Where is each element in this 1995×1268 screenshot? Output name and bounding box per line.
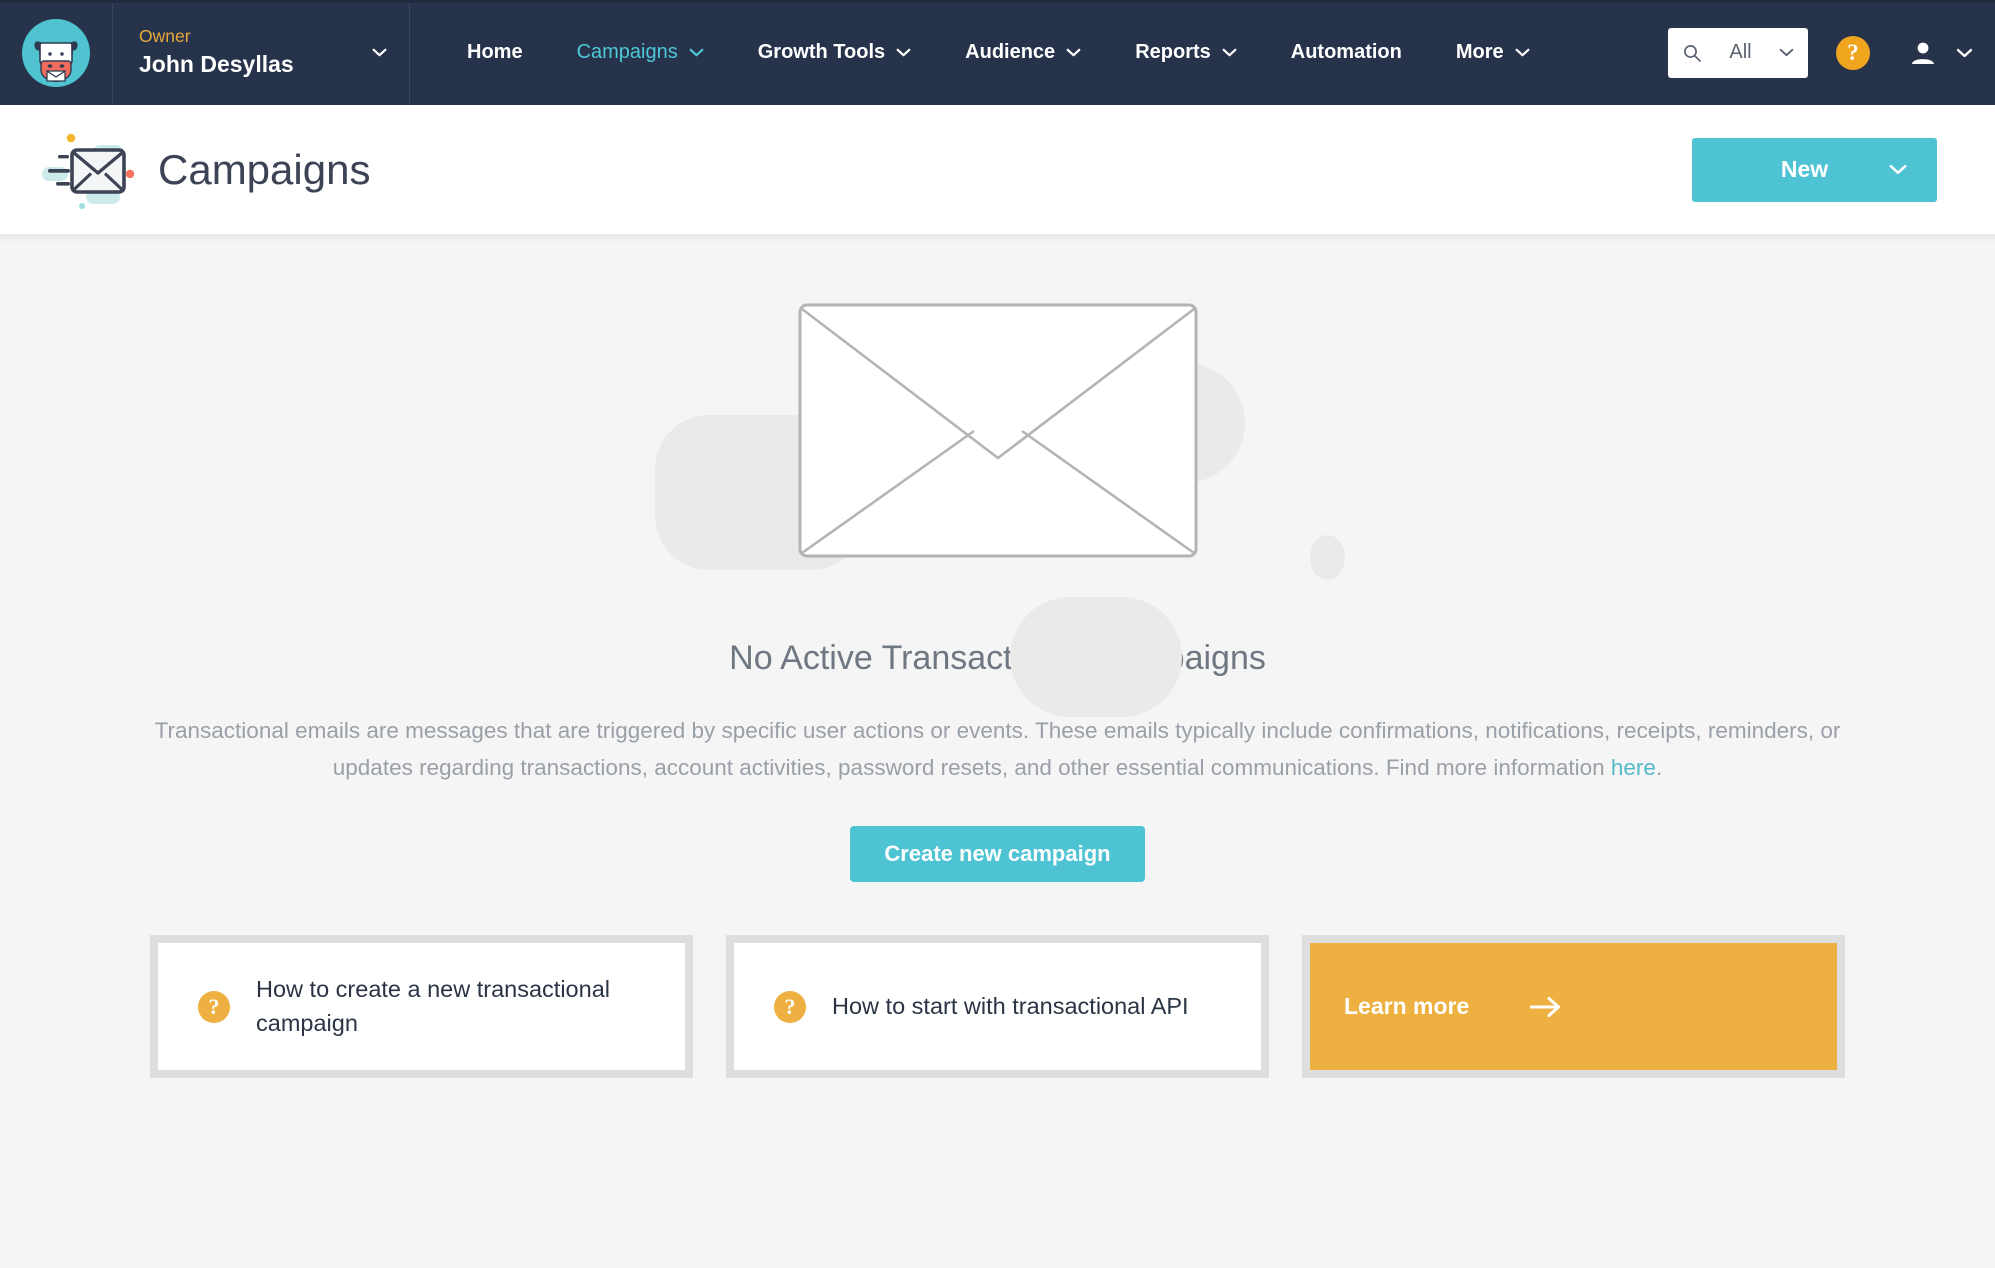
help-question-icon: ? (198, 990, 230, 1023)
avatar (22, 18, 90, 87)
help-card-label: How to create a new transactional campai… (256, 976, 610, 1036)
main-content: No Active Transactional Campaigns Transa… (0, 235, 1995, 1268)
chevron-down-icon (1515, 48, 1530, 57)
nav-item-label: Audience (965, 41, 1056, 63)
user-menu[interactable] (1908, 38, 1973, 68)
cow-envelope-avatar-icon (34, 40, 78, 82)
chevron-down-icon (372, 48, 387, 57)
nav-item-automation[interactable]: Automation (1264, 41, 1429, 64)
nav-item-campaigns[interactable]: Campaigns (550, 41, 731, 64)
nav-item-more[interactable]: More (1429, 41, 1557, 64)
nav-item-label: Home (467, 41, 523, 63)
empty-state-illustration (0, 235, 1995, 717)
nav-item-label: Reports (1135, 41, 1211, 63)
chevron-down-icon[interactable] (1779, 48, 1794, 57)
nav-item-label: Growth Tools (757, 41, 886, 63)
nav-item-home[interactable]: Home (440, 41, 550, 64)
create-campaign-action: Create new campaign (0, 826, 1995, 883)
decorative-blob (1310, 535, 1345, 580)
empty-state-description: Transactional emails are messages that a… (153, 712, 1843, 786)
nav-item-growth-tools[interactable]: Growth Tools (731, 41, 938, 64)
page-header: Campaigns New (0, 105, 1995, 235)
chevron-down-icon (689, 48, 704, 57)
primary-nav-items: Home Campaigns Growth Tools Audience Rep… (410, 0, 1668, 105)
help-question-icon: ? (774, 990, 806, 1023)
search-icon (1684, 44, 1701, 62)
empty-state-description-text: Transactional emails are messages that a… (154, 718, 1841, 781)
help-button[interactable]: ? (1836, 35, 1870, 70)
account-switcher[interactable]: Owner John Desyllas (0, 0, 410, 105)
search-scope-value: All (1729, 41, 1752, 63)
empty-state-title: No Active Transactional Campaigns (729, 639, 1266, 677)
empty-state-description-period: . (1655, 755, 1663, 781)
new-button-label: New (1780, 156, 1829, 182)
nav-item-label: Campaigns (576, 41, 678, 63)
help-card-create-campaign[interactable]: ? How to create a new transactional camp… (150, 935, 693, 1079)
nav-item-label: Automation (1290, 41, 1402, 63)
help-card-label: How to start with transactional API (832, 993, 1189, 1020)
search-input[interactable]: All (1668, 27, 1808, 78)
help-card-transactional-api[interactable]: ? How to start with transactional API (726, 935, 1269, 1079)
large-envelope-outline-icon (798, 303, 1197, 557)
chevron-down-icon (1956, 48, 1973, 57)
person-icon (1912, 42, 1934, 64)
nav-right-actions: All ? (1668, 0, 1995, 105)
nav-item-reports[interactable]: Reports (1108, 41, 1264, 64)
new-button[interactable]: New (1692, 137, 1937, 202)
flying-envelope-icon (42, 133, 135, 209)
account-switcher-caret[interactable] (372, 48, 409, 57)
nav-item-audience[interactable]: Audience (938, 41, 1108, 64)
here-link[interactable]: here (1611, 755, 1656, 780)
account-name: John Desyllas (139, 51, 294, 78)
help-card-learn-more[interactable]: Learn more (1302, 935, 1845, 1079)
chevron-down-icon (1066, 48, 1081, 57)
page-title: Campaigns (158, 145, 371, 193)
nav-item-label: More (1455, 41, 1504, 63)
arrow-right-icon (1530, 996, 1561, 1017)
top-navigation-bar: Owner John Desyllas Home Campaigns Growt… (0, 0, 1995, 105)
help-cards: ? How to create a new transactional camp… (0, 882, 1995, 1079)
decorative-blob (1010, 597, 1182, 717)
account-role: Owner (139, 26, 191, 47)
create-new-campaign-button[interactable]: Create new campaign (850, 826, 1145, 883)
chevron-down-icon (1222, 48, 1237, 57)
learn-more-label: Learn more (1344, 993, 1470, 1020)
help-question-icon: ? (1847, 39, 1859, 65)
chevron-down-icon (896, 48, 911, 57)
chevron-down-icon (1889, 164, 1907, 175)
